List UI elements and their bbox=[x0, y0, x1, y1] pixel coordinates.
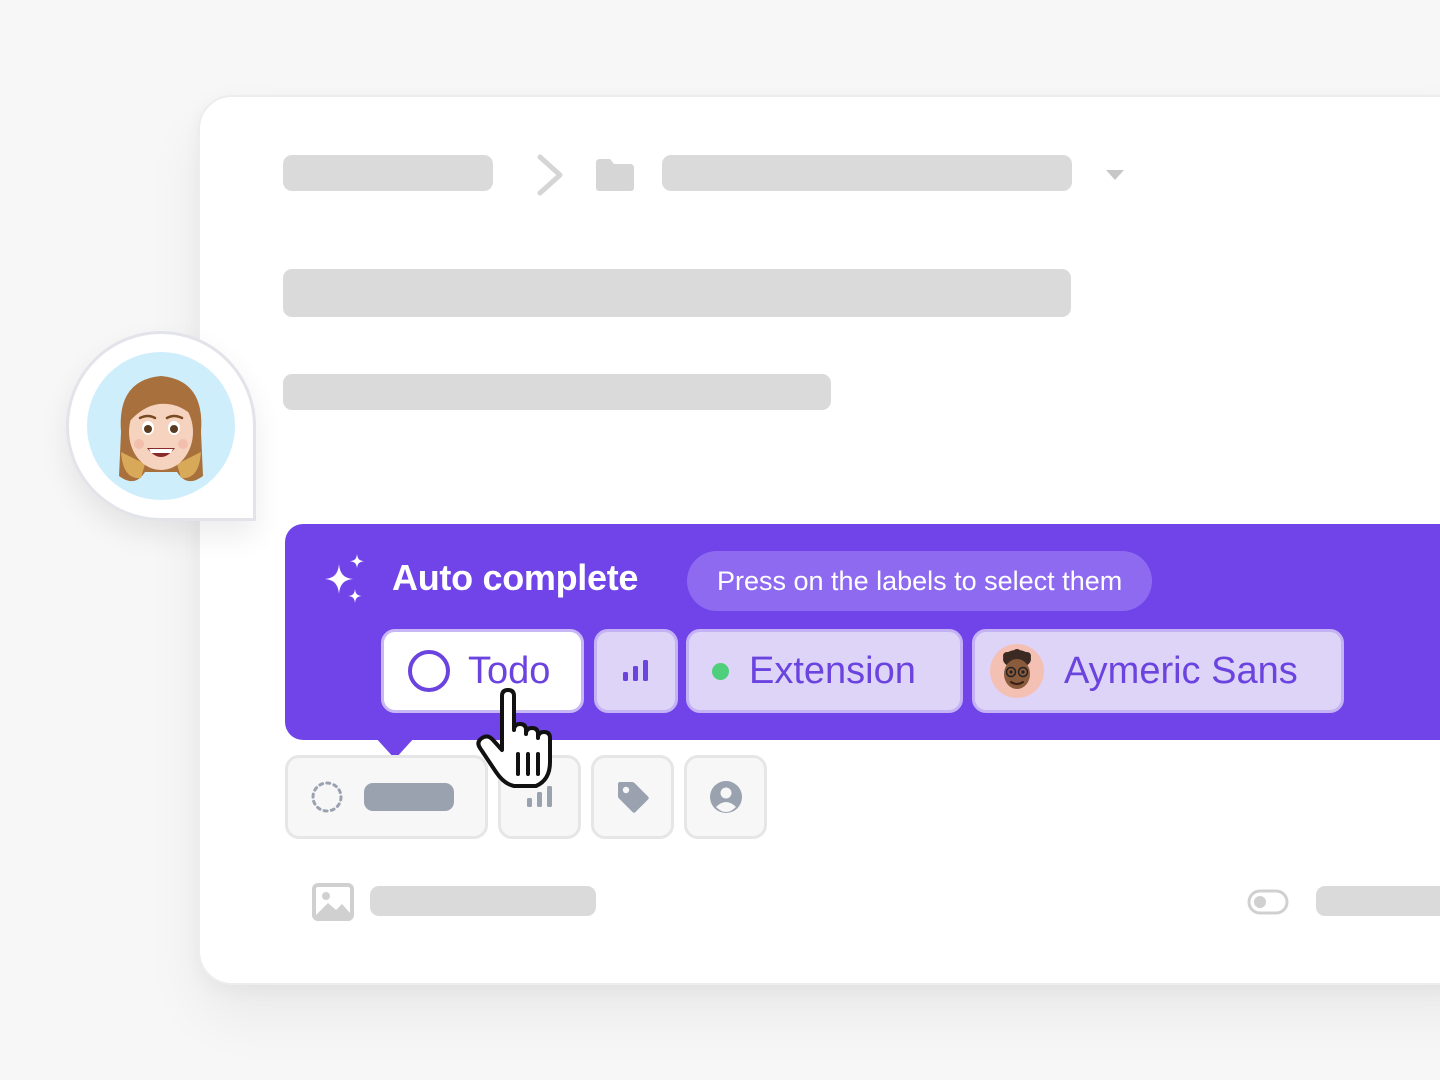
autocomplete-title: Auto complete bbox=[392, 557, 639, 598]
breadcrumb-project-placeholder[interactable] bbox=[662, 155, 1072, 191]
toggle-icon[interactable] bbox=[1247, 889, 1289, 915]
issue-card: Auto complete Press on the labels to sel… bbox=[198, 95, 1440, 985]
autocomplete-hint: Press on the labels to select them bbox=[687, 551, 1153, 611]
user-circle-icon bbox=[709, 781, 742, 813]
user-avatar-bubble bbox=[66, 331, 256, 521]
chip-label-text: Extension bbox=[749, 649, 916, 692]
status-button[interactable] bbox=[285, 755, 488, 839]
label-color-dot bbox=[712, 662, 729, 680]
memoji-avatar bbox=[119, 376, 203, 482]
toggle-label-placeholder[interactable] bbox=[1316, 886, 1440, 916]
bar-chart-icon bbox=[623, 660, 648, 681]
status-value-placeholder bbox=[364, 783, 454, 811]
autocomplete-banner: Auto complete Press on the labels to sel… bbox=[285, 524, 1440, 759]
suggestion-chip-assignee[interactable]: Aymeric Sans bbox=[972, 629, 1344, 713]
issue-description-placeholder[interactable] bbox=[283, 374, 831, 410]
issue-title-placeholder[interactable] bbox=[283, 269, 1071, 317]
tag-icon bbox=[617, 782, 649, 813]
assignee-avatar bbox=[990, 644, 1044, 698]
label-button[interactable] bbox=[591, 755, 674, 839]
suggestion-chip-label[interactable]: Extension bbox=[686, 629, 963, 713]
chip-assignee-label: Aymeric Sans bbox=[1064, 649, 1298, 692]
loading-circle-icon bbox=[311, 781, 343, 813]
image-icon[interactable] bbox=[312, 883, 354, 921]
circle-icon bbox=[408, 650, 450, 692]
assignee-button[interactable] bbox=[684, 755, 767, 839]
suggestion-chip-priority[interactable] bbox=[594, 629, 678, 713]
chevron-right-icon bbox=[537, 154, 563, 196]
hand-pointer-icon bbox=[476, 688, 552, 788]
avatar bbox=[87, 352, 235, 500]
sparkle-icon bbox=[325, 554, 364, 603]
folder-icon bbox=[596, 159, 634, 191]
breadcrumb-team-placeholder[interactable] bbox=[283, 155, 493, 191]
chip-status-label: Todo bbox=[468, 649, 551, 692]
caret-down-icon[interactable] bbox=[1105, 168, 1125, 182]
attachment-placeholder[interactable] bbox=[370, 886, 596, 916]
